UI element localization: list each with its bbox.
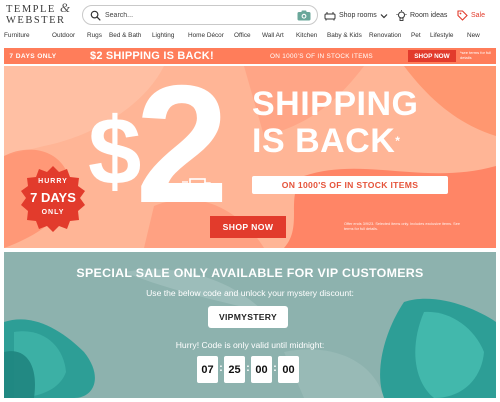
- vip-subtitle: Use the below code and unlock your myste…: [146, 288, 354, 298]
- vip-discount-code[interactable]: VIPMYSTERY: [208, 306, 288, 328]
- nav-item-wall-art[interactable]: Wall Art: [262, 32, 284, 39]
- hero-fine-print: Offer ends 3/9/23. Selected items only. …: [344, 222, 460, 231]
- countdown-timer: 07 : 25 : 00 : 00: [197, 356, 301, 384]
- nav-item-pet[interactable]: Pet: [411, 32, 421, 39]
- timer-hours: 25: [224, 356, 245, 383]
- furniture-icon: [324, 11, 336, 20]
- nav-item-outdoor[interactable]: Outdoor: [52, 32, 75, 39]
- delivery-truck-icon: [182, 178, 215, 199]
- timer-days: 07: [197, 356, 218, 383]
- timer-minutes: 00: [251, 356, 272, 383]
- nav-item-renovation[interactable]: Renovation: [369, 32, 401, 39]
- hero-banner[interactable]: $2 SHIPPING IS BACK* ON 1000'S OF IN STO…: [4, 66, 496, 248]
- strip-days-label: 7 DAYS ONLY: [9, 52, 57, 60]
- search-icon: [90, 10, 101, 21]
- nav-item-baby-kids[interactable]: Baby & Kids: [327, 32, 362, 39]
- temple-webster-logo[interactable]: TEMPLE WEBSTER &: [6, 1, 70, 26]
- category-nav: Furniture Outdoor Rugs Bed & Bath Lighti…: [0, 30, 500, 44]
- search-bar: [82, 5, 318, 25]
- nav-item-kitchen[interactable]: Kitchen: [296, 32, 317, 39]
- nav-item-home-decor[interactable]: Home Décor: [188, 32, 224, 39]
- strip-terms: *see terms for full details: [460, 50, 492, 60]
- nav-item-new[interactable]: New: [467, 32, 480, 39]
- page: TEMPLE WEBSTER & Shop rooms: [0, 0, 500, 402]
- camera-search-icon[interactable]: [297, 10, 311, 21]
- promo-strip[interactable]: 7 DAYS ONLY $2 SHIPPING IS BACK! ON 1000…: [4, 48, 496, 64]
- sale-tag-icon: [457, 10, 468, 21]
- hero-price: $2: [88, 66, 229, 238]
- hurry-badge: HURRY 7 DAYS ONLY: [18, 164, 88, 234]
- nav-item-rugs[interactable]: Rugs: [87, 32, 102, 39]
- timer-seconds: 00: [278, 356, 299, 383]
- site-header: TEMPLE WEBSTER & Shop rooms: [0, 0, 500, 30]
- nav-item-office[interactable]: Office: [234, 32, 251, 39]
- nav-item-lifestyle[interactable]: Lifestyle: [430, 32, 453, 39]
- vip-hurry-text: Hurry! Code is only valid until midnight…: [175, 340, 325, 350]
- shop-rooms-button[interactable]: Shop rooms: [324, 8, 388, 23]
- strip-subtext: ON 1000'S OF IN STOCK ITEMS: [270, 52, 373, 60]
- search-input[interactable]: [105, 8, 285, 22]
- sale-button[interactable]: Sale: [457, 8, 485, 23]
- vip-sale-section: SPECIAL SALE ONLY AVAILABLE FOR VIP CUST…: [4, 252, 496, 398]
- strip-headline: $2 SHIPPING IS BACK!: [90, 50, 214, 62]
- chevron-down-icon: [380, 13, 388, 18]
- hero-headline: SHIPPING IS BACK*: [252, 85, 419, 160]
- nav-item-bed-bath[interactable]: Bed & Bath: [109, 32, 141, 39]
- hero-in-stock-pill: ON 1000'S OF IN STOCK ITEMS: [252, 176, 448, 194]
- vip-title: SPECIAL SALE ONLY AVAILABLE FOR VIP CUST…: [76, 266, 424, 280]
- hero-shop-now-button[interactable]: SHOP NOW: [210, 216, 286, 238]
- nav-item-furniture[interactable]: Furniture: [4, 32, 30, 39]
- room-ideas-button[interactable]: Room ideas: [396, 8, 447, 23]
- lightbulb-icon: [396, 9, 407, 21]
- strip-shop-now-button[interactable]: SHOP NOW: [408, 50, 456, 62]
- nav-item-lighting[interactable]: Lighting: [152, 32, 174, 39]
